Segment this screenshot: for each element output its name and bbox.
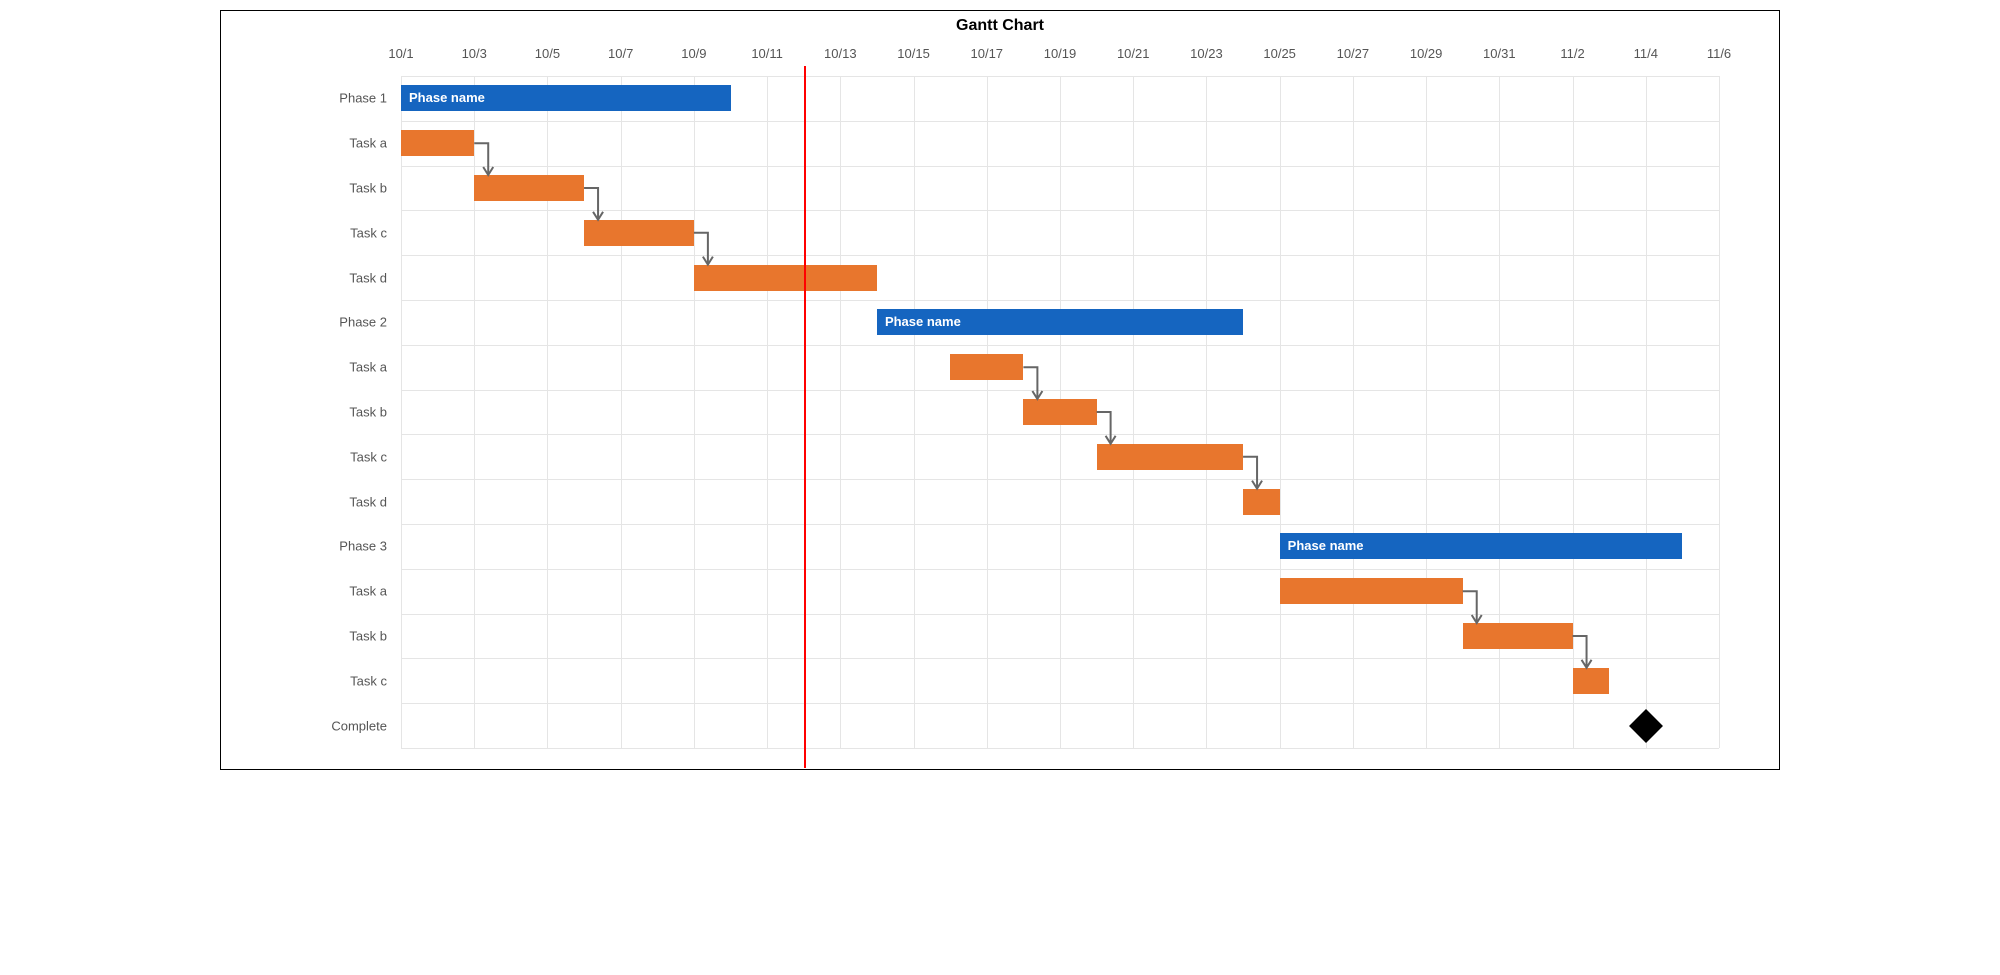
x-axis-tick: 10/11 [751, 46, 783, 61]
row-label-phase3: Phase 3 [227, 539, 387, 554]
x-axis-tick: 10/27 [1337, 46, 1370, 61]
x-axis-tick: 11/4 [1634, 46, 1658, 61]
row-label-p1-task-c: Task c [227, 225, 387, 240]
x-axis-tick: 10/21 [1117, 46, 1150, 61]
x-axis-tick: 10/19 [1044, 46, 1077, 61]
x-axis-tick: 10/13 [824, 46, 857, 61]
x-axis-tick: 10/23 [1190, 46, 1223, 61]
row-label-p2-task-c: Task c [227, 449, 387, 464]
row-label-phase1: Phase 1 [227, 91, 387, 106]
grid-line [1719, 76, 1720, 748]
x-axis-tick: 10/5 [535, 46, 560, 61]
x-axis-tick: 10/31 [1483, 46, 1516, 61]
x-axis-tick: 10/7 [608, 46, 633, 61]
x-axis-tick: 10/3 [462, 46, 487, 61]
row-label-p1-task-b: Task b [227, 181, 387, 196]
row-label-p3-task-c: Task c [227, 673, 387, 688]
gantt-plot-area: 10/110/310/510/710/910/1110/1310/1510/17… [401, 76, 1719, 749]
x-axis-tick: 10/15 [897, 46, 930, 61]
row-label-p3-task-b: Task b [227, 629, 387, 644]
x-axis-tick: 10/1 [388, 46, 413, 61]
x-axis-tick: 10/25 [1263, 46, 1296, 61]
today-marker-line [804, 66, 806, 768]
row-label-complete: Complete [227, 718, 387, 733]
x-axis-tick: 10/17 [970, 46, 1003, 61]
dependency-arrow [401, 76, 1719, 748]
row-label-p1-task-a: Task a [227, 136, 387, 151]
x-axis-tick: 10/29 [1410, 46, 1443, 61]
gantt-chart-frame: Gantt Chart 10/110/310/510/710/910/1110/… [220, 10, 1780, 770]
x-axis-tick: 11/6 [1707, 46, 1731, 61]
row-label-phase2: Phase 2 [227, 315, 387, 330]
chart-title: Gantt Chart [221, 17, 1779, 35]
row-label-p2-task-b: Task b [227, 405, 387, 420]
row-label-p2-task-a: Task a [227, 360, 387, 375]
x-axis-tick: 11/2 [1560, 46, 1584, 61]
row-label-p2-task-d: Task d [227, 494, 387, 509]
row-label-p1-task-d: Task d [227, 270, 387, 285]
row-line [401, 748, 1719, 749]
row-label-p3-task-a: Task a [227, 584, 387, 599]
x-axis-tick: 10/9 [681, 46, 706, 61]
